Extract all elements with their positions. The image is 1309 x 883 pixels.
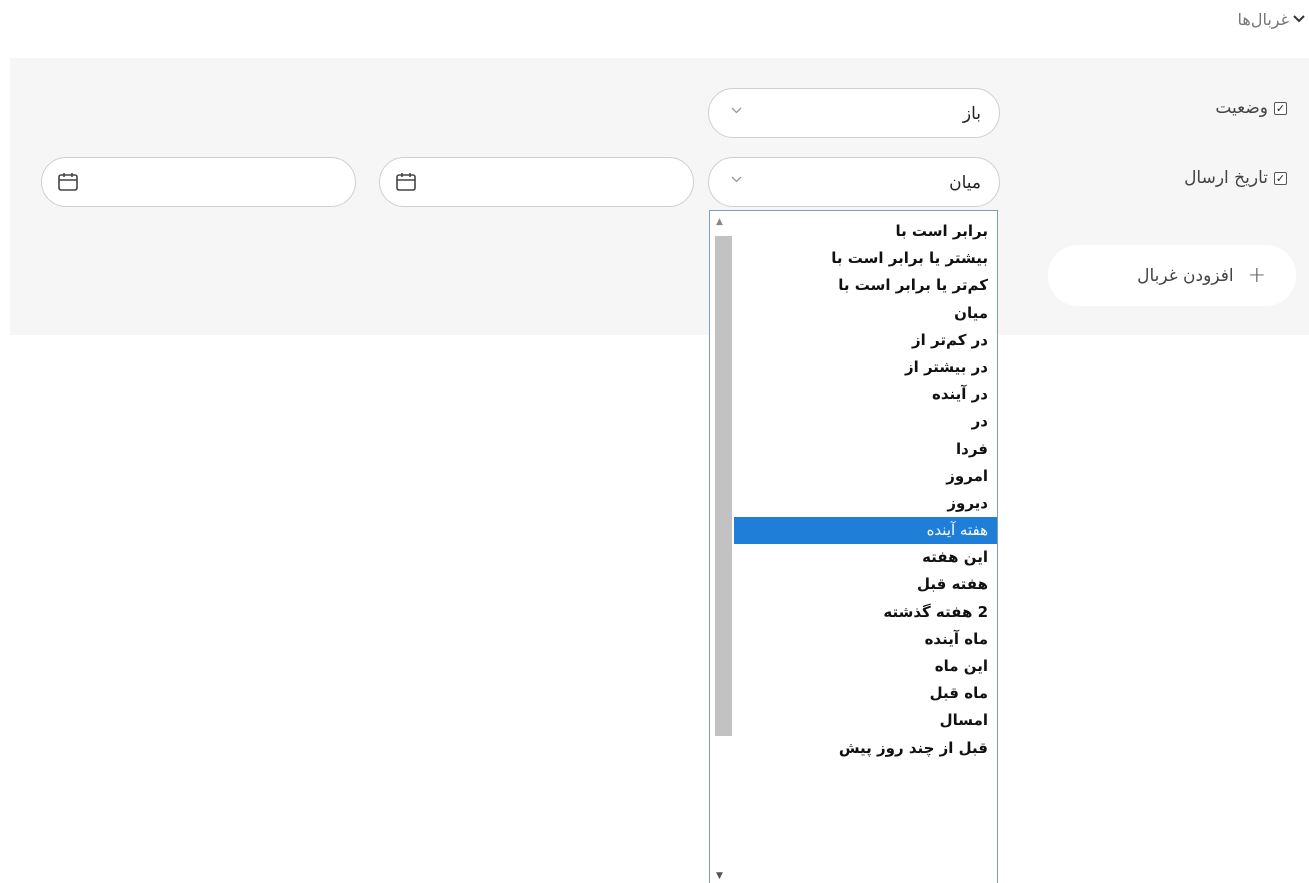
dropdown-option[interactable]: در آینده [734, 381, 997, 408]
dropdown-option[interactable]: میان [734, 300, 997, 327]
status-filter-text: وضعیت [1215, 98, 1268, 118]
scroll-down-arrow-icon[interactable]: ▼ [716, 871, 723, 881]
select-chevron-icon [731, 172, 742, 186]
status-filter-label[interactable]: ✓ وضعیت [1215, 98, 1287, 118]
sent-date-from-input[interactable] [379, 157, 694, 207]
status-operator-select[interactable]: باز [708, 88, 1000, 138]
sent-date-operator-value: میان [949, 173, 981, 193]
plus-icon: + [1247, 263, 1266, 288]
operator-options: برابر است با بیشتر یا برابر است با کم‌تر… [734, 218, 997, 762]
dropdown-option[interactable]: هفته قبل [734, 571, 997, 598]
filters-toggle[interactable]: غربال‌ها [1238, 10, 1305, 29]
dropdown-option[interactable]: این ماه [734, 653, 997, 680]
dropdown-option[interactable]: قبل از چند روز پیش [734, 735, 997, 762]
dropdown-scrollbar[interactable]: ▲ ▼ [710, 211, 734, 883]
dropdown-option[interactable]: فردا [734, 436, 997, 463]
sent-date-filter-checkbox[interactable]: ✓ [1274, 171, 1287, 185]
dropdown-option[interactable]: در بیشتر از [734, 354, 997, 381]
dropdown-option[interactable]: 2 هفته گذشته [734, 599, 997, 626]
dropdown-option[interactable]: برابر است با [734, 218, 997, 245]
scroll-up-arrow-icon[interactable]: ▲ [716, 217, 723, 227]
operator-dropdown-list[interactable]: ▲ ▼ برابر است با بیشتر یا برابر است با ک… [709, 210, 998, 883]
filters-toggle-label: غربال‌ها [1237, 10, 1289, 29]
dropdown-option[interactable]: در کم‌تر از [734, 327, 997, 354]
dropdown-option[interactable]: ماه قبل [734, 680, 997, 707]
dropdown-option[interactable]: امسال [734, 707, 997, 734]
calendar-icon[interactable] [57, 171, 79, 197]
status-filter-checkbox[interactable]: ✓ [1274, 101, 1287, 115]
chevron-down-icon [1293, 13, 1305, 26]
sent-date-filter-text: تاریخ ارسال [1184, 168, 1268, 188]
dropdown-option[interactable]: این هفته [734, 544, 997, 571]
calendar-icon[interactable] [395, 171, 417, 197]
dropdown-option-selected[interactable]: هفته آینده [734, 517, 997, 545]
dropdown-option[interactable]: امروز [734, 463, 997, 490]
add-filter-button[interactable]: + افزودن غربال [1048, 245, 1296, 306]
scrollbar-thumb[interactable] [715, 236, 732, 736]
sent-date-operator-select[interactable]: میان [708, 157, 1000, 207]
select-chevron-icon [731, 103, 742, 117]
sent-date-filter-label[interactable]: ✓ تاریخ ارسال [1184, 168, 1287, 188]
add-filter-label: افزودن غربال [1137, 265, 1234, 286]
dropdown-option[interactable]: ماه آینده [734, 626, 997, 653]
status-operator-value: باز [962, 104, 981, 124]
dropdown-option[interactable]: در [734, 408, 997, 435]
dropdown-option[interactable]: بیشتر یا برابر است با [734, 245, 997, 272]
dropdown-option[interactable]: کم‌تر یا برابر است با [734, 272, 997, 299]
sent-date-to-input[interactable] [41, 157, 356, 207]
dropdown-option[interactable]: دیروز [734, 490, 997, 517]
